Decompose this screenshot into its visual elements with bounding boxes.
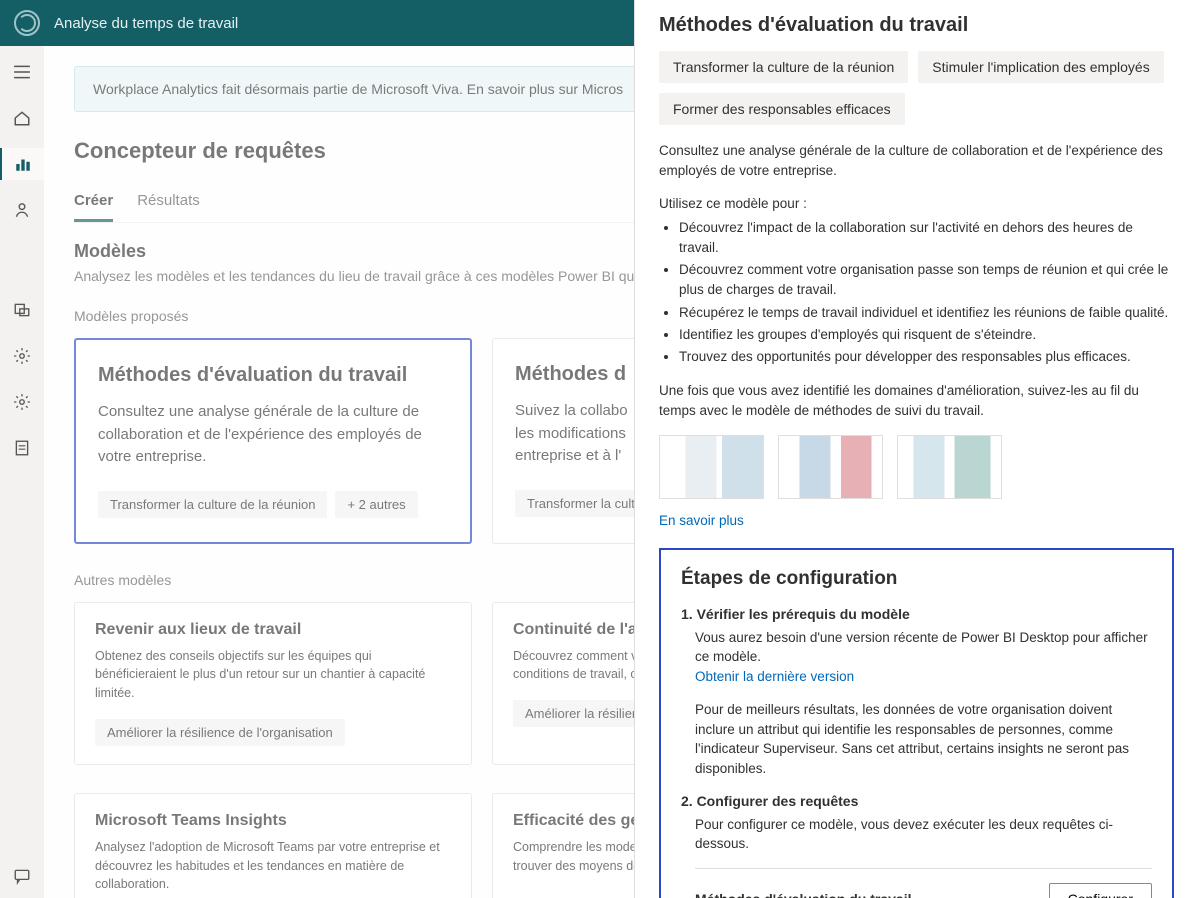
panel-tag: Stimuler l'implication des employés — [918, 51, 1163, 83]
bullet: Découvrez l'impact de la collaboration s… — [679, 218, 1174, 259]
thumbnail-2[interactable] — [778, 435, 883, 499]
card-desc: Consultez une analyse générale de la cul… — [98, 401, 448, 469]
learn-more-link[interactable]: En savoir plus — [659, 513, 1174, 528]
bullet: Trouvez des opportunités pour développer… — [679, 347, 1174, 367]
card-title: Microsoft Teams Insights — [95, 812, 451, 830]
panel-tag: Former des responsables efficaces — [659, 93, 905, 125]
analytics-icon[interactable] — [0, 148, 44, 180]
person-icon[interactable] — [0, 194, 44, 226]
template-card-evaluation[interactable]: Méthodes d'évaluation du travail Consult… — [74, 338, 472, 544]
bullet: Récupérez le temps de travail individuel… — [679, 303, 1174, 323]
settings-2-icon[interactable] — [0, 386, 44, 418]
panel-scroll[interactable]: Méthodes d'évaluation du travail Transfo… — [635, 0, 1198, 898]
thumbnail-3[interactable] — [897, 435, 1002, 499]
bullet: Découvrez comment votre organisation pas… — [679, 260, 1174, 301]
panel-bullets: Découvrez l'impact de la collaboration s… — [659, 218, 1174, 368]
card-title: Revenir aux lieux de travail — [95, 621, 451, 639]
card-tag: Transformer la culture de la réunion — [98, 491, 327, 518]
data-sources-icon[interactable] — [0, 294, 44, 326]
panel-usefor: Utilisez ce modèle pour : — [659, 194, 1174, 214]
card-title: Méthodes d'évaluation du travail — [98, 364, 448, 387]
feedback-icon[interactable] — [0, 860, 44, 892]
menu-toggle-icon[interactable] — [0, 56, 44, 88]
thumbnails — [659, 435, 1174, 499]
card-desc: Analysez l'adoption de Microsoft Teams p… — [95, 838, 451, 894]
panel-intro: Consultez une analyse générale de la cul… — [659, 141, 1174, 180]
configure-button[interactable]: Configurer — [1049, 883, 1152, 898]
get-latest-link[interactable]: Obtenir la dernière version — [695, 669, 854, 684]
step-1-text: Vous aurez besoin d'une version récente … — [695, 630, 1148, 665]
panel-tags: Transformer la culture de la réunion Sti… — [659, 51, 1174, 125]
step-1-heading: 1. Vérifier les prérequis du modèle — [681, 606, 1152, 622]
tab-results[interactable]: Résultats — [137, 186, 200, 222]
query-row: Méthodes d'évaluation du travail Configu… — [695, 868, 1152, 898]
card-tag: Améliorer la résilience de l'organisatio… — [95, 719, 345, 746]
settings-icon[interactable] — [0, 340, 44, 372]
panel-title: Méthodes d'évaluation du travail — [659, 14, 1174, 37]
tab-create[interactable]: Créer — [74, 186, 113, 222]
query-name: Méthodes d'évaluation du travail — [695, 891, 911, 898]
steps-title: Étapes de configuration — [681, 568, 1152, 590]
sidebar — [0, 46, 44, 898]
template-card-return[interactable]: Revenir aux lieux de travail Obtenez des… — [74, 602, 472, 765]
app-logo-icon — [14, 10, 40, 36]
card-tag-more: + 2 autres — [335, 491, 417, 518]
document-icon[interactable] — [0, 432, 44, 464]
panel-outro: Une fois que vous avez identifié les dom… — [659, 381, 1174, 420]
card-desc: Obtenez des conseils objectifs sur les é… — [95, 647, 451, 703]
step-2-heading: 2. Configurer des requêtes — [681, 793, 1152, 809]
card-tag: Améliorer la résilien — [513, 700, 651, 727]
step-2-text: Pour configurer ce modèle, vous devez ex… — [681, 815, 1152, 854]
app-title: Analyse du temps de travail — [54, 15, 238, 32]
thumbnail-1[interactable] — [659, 435, 764, 499]
home-icon[interactable] — [0, 102, 44, 134]
details-panel: Méthodes d'évaluation du travail Transfo… — [634, 0, 1198, 898]
panel-tag: Transformer la culture de la réunion — [659, 51, 908, 83]
setup-steps: Étapes de configuration 1. Vérifier les … — [659, 548, 1174, 898]
step-1-text2: Pour de meilleurs résultats, les données… — [681, 700, 1152, 778]
template-card-teams[interactable]: Microsoft Teams Insights Analysez l'adop… — [74, 793, 472, 898]
bullet: Identifiez les groupes d'employés qui ri… — [679, 325, 1174, 345]
